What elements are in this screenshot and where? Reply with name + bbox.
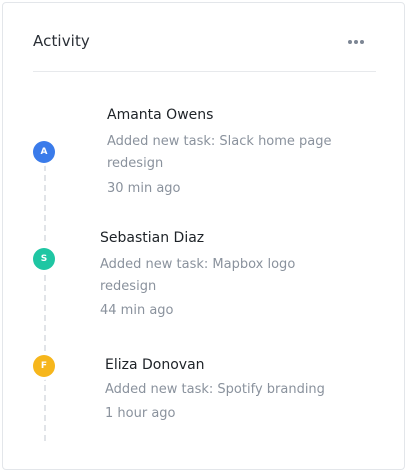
activity-time: 30 min ago xyxy=(107,181,181,196)
more-horizontal-icon xyxy=(348,40,352,44)
activity-user-name: Sebastian Diaz xyxy=(100,230,205,246)
card-title: Activity xyxy=(33,32,90,50)
avatar: F xyxy=(33,355,55,377)
more-options-button[interactable] xyxy=(344,33,368,51)
header-divider xyxy=(33,71,376,72)
avatar: A xyxy=(33,141,55,163)
activity-user-name: Amanta Owens xyxy=(107,107,214,123)
more-dot xyxy=(354,40,358,44)
activity-card: Activity A Amanta Owens Added new task: … xyxy=(2,2,405,470)
avatar: S xyxy=(33,248,55,270)
activity-time: 44 min ago xyxy=(100,303,174,318)
activity-time: 1 hour ago xyxy=(105,406,176,421)
activity-task: Added new task: Mapbox logo redesign xyxy=(100,257,296,294)
activity-task: Added new task: Spotify branding xyxy=(105,382,325,397)
activity-user-name: Eliza Donovan xyxy=(105,357,205,373)
more-dot xyxy=(360,40,364,44)
activity-task: Added new task: Slack home page redesign xyxy=(107,134,332,171)
timeline-line xyxy=(44,165,46,441)
